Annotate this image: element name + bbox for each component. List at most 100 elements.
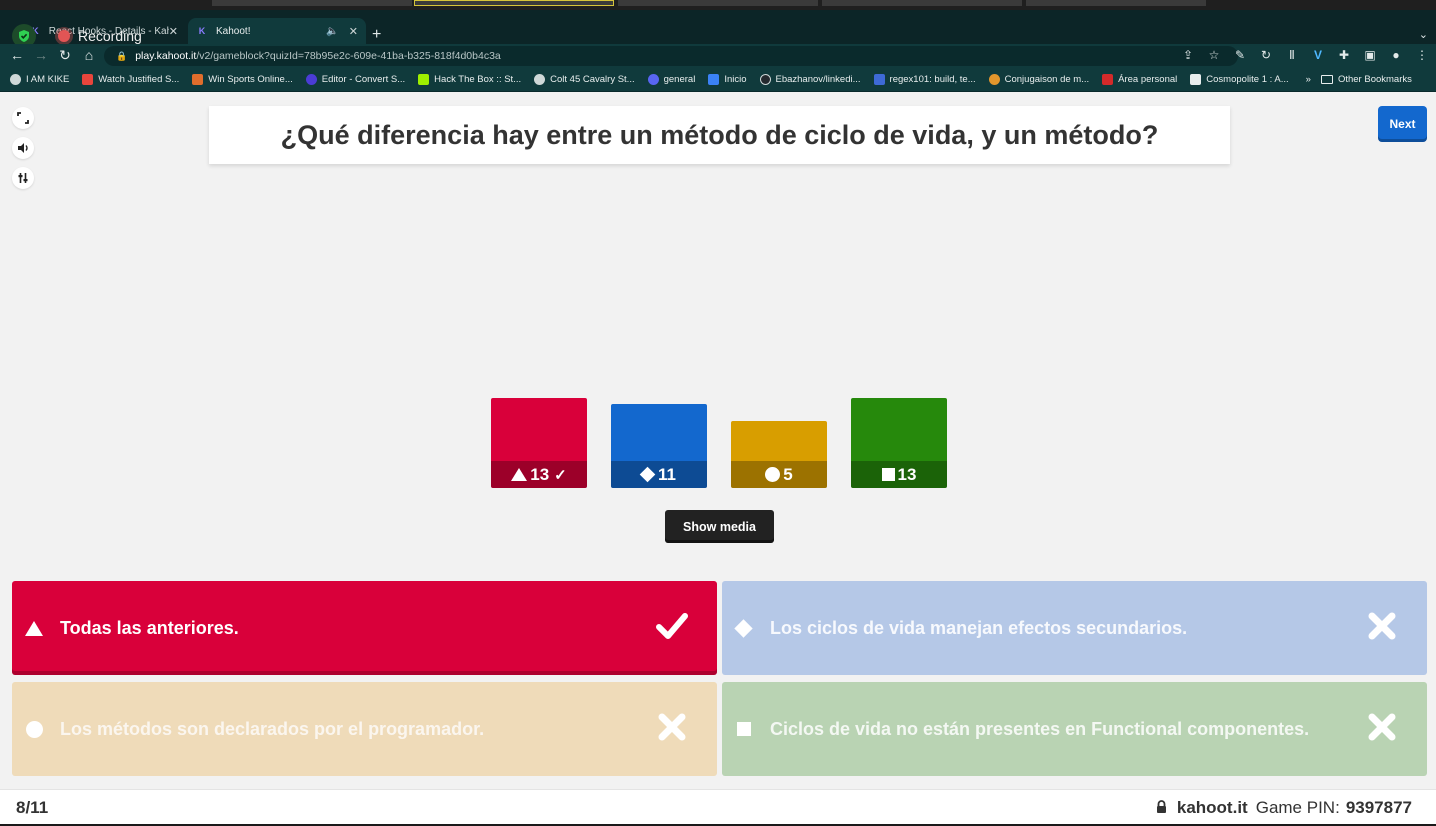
- answer-text: Todas las anteriores.: [60, 617, 239, 638]
- bookmark[interactable]: Editor - Convert S...: [305, 74, 405, 85]
- game-footer: 8/11 kahoot.it Game PIN: 9397877: [0, 789, 1436, 826]
- answer-card-triangle: Todas las anteriores.: [12, 581, 717, 675]
- settings-sliders-icon[interactable]: [12, 167, 34, 189]
- close-tab-icon[interactable]: ✕: [169, 25, 178, 38]
- triangle-icon: [24, 620, 44, 636]
- bookmark-label: general: [663, 74, 696, 85]
- url-path: /v2/gameblock?quizId=78b95e2c-609e-41ba-…: [196, 50, 501, 62]
- bookmark-label: regex101: build, te...: [889, 74, 976, 85]
- tab-search-chevron-icon[interactable]: ⌄: [1419, 28, 1428, 41]
- result-count: 13: [530, 464, 550, 484]
- recording-label: Recording: [78, 28, 142, 44]
- next-button[interactable]: Next: [1378, 106, 1427, 142]
- triangle-icon: [511, 468, 528, 481]
- lock-icon: 🔒: [116, 50, 128, 61]
- game-pin-info: kahoot.it Game PIN: 9397877: [1156, 798, 1412, 818]
- bookmark[interactable]: Watch Justified S...: [82, 74, 179, 85]
- side-controls: [12, 107, 34, 189]
- video-icon: [82, 74, 94, 85]
- result-count: 11: [658, 464, 676, 484]
- answer-text: Ciclos de vida no están presentes en Fun…: [770, 718, 1310, 739]
- question-title: ¿Qué diferencia hay entre un método de c…: [209, 106, 1230, 164]
- fullscreen-icon[interactable]: [12, 107, 34, 129]
- other-bookmarks-label: Other Bookmarks: [1337, 74, 1412, 85]
- sidebar-icon[interactable]: ▣: [1362, 48, 1378, 62]
- result-bar-diamond: 11: [611, 403, 707, 488]
- bookmarks-overflow-chevron[interactable]: »: [1306, 74, 1311, 85]
- editor-icon: [305, 74, 317, 85]
- puzzle-icon[interactable]: ✚: [1336, 48, 1352, 62]
- bookmark[interactable]: Inicio: [708, 74, 747, 85]
- bookmark[interactable]: Área personal: [1102, 74, 1177, 85]
- bookmark-label: Conjugaison de m...: [1004, 74, 1090, 85]
- result-bar-circle: 5: [731, 421, 827, 488]
- wrong-cross-icon: [647, 708, 697, 750]
- kahoot-brand: kahoot.it: [1176, 798, 1248, 817]
- answer-card-diamond: Los ciclos de vida manejan efectos secun…: [722, 581, 1427, 675]
- back-arrow-icon[interactable]: ←: [8, 47, 26, 63]
- bookmark-label: Watch Justified S...: [98, 74, 180, 85]
- bookmark[interactable]: Conjugaison de m...: [988, 74, 1090, 85]
- result-bar-caption: 5: [731, 461, 827, 488]
- menu-kebab-icon[interactable]: ⋮: [1414, 48, 1430, 62]
- other-bookmarks[interactable]: Other Bookmarks: [1320, 74, 1412, 85]
- padlock-icon[interactable]: [1156, 799, 1167, 817]
- bookmark-label: Inicio: [724, 74, 747, 85]
- forward-arrow-icon[interactable]: →: [32, 47, 50, 63]
- extension-translate-icon[interactable]: Ⅱ: [1284, 48, 1300, 62]
- github-icon: [759, 74, 771, 85]
- new-tab-button[interactable]: +: [372, 26, 381, 44]
- bookmark[interactable]: Colt 45 Cavalry St...: [534, 74, 635, 85]
- diamond-icon: [733, 618, 754, 638]
- bookmark-label: I AM KIKE: [26, 74, 70, 85]
- tab-title: Kahoot!: [216, 25, 251, 37]
- bookmark[interactable]: regex101: build, te...: [873, 74, 976, 85]
- record-dot-icon: [58, 30, 70, 42]
- square-icon: [881, 468, 895, 481]
- home-icon[interactable]: ⌂: [80, 47, 98, 63]
- extension-toolbar: ⇪ ☆ ✎ ↻ Ⅱ V ✚ ▣ ● ⋮: [1180, 48, 1430, 62]
- show-media-button[interactable]: Show media: [665, 510, 774, 543]
- audio-playing-icon[interactable]: 🔈: [326, 26, 338, 37]
- url-host: play.kahoot.it: [135, 50, 197, 62]
- volume-icon[interactable]: [12, 137, 34, 159]
- circle-icon: [765, 467, 781, 482]
- extension-refresh-icon[interactable]: ↻: [1258, 48, 1274, 62]
- area-personal-icon: [1102, 74, 1114, 85]
- answer-text: Los métodos son declarados por el progra…: [60, 718, 485, 739]
- address-bar-row: ← → ↻ ⌂ 🔒 play.kahoot.it /v2/gameblock?q…: [0, 44, 1436, 68]
- tab-kahoot[interactable]: K Kahoot! 🔈 ✕: [188, 18, 366, 44]
- globe-icon: [10, 74, 21, 85]
- discord-icon: [647, 74, 659, 85]
- conjugaison-icon: [988, 74, 1000, 85]
- url-field[interactable]: 🔒 play.kahoot.it /v2/gameblock?quizId=78…: [104, 46, 1238, 66]
- bookmark-label: Cosmopolite 1 : A...: [1206, 74, 1289, 85]
- result-count: 13: [897, 464, 917, 484]
- star-icon[interactable]: ☆: [1206, 48, 1222, 62]
- bookmark[interactable]: Hack The Box :: St...: [418, 74, 521, 85]
- document-icon: [1190, 74, 1202, 85]
- reload-icon[interactable]: ↻: [56, 47, 74, 64]
- answer-text: Los ciclos de vida manejan efectos secun…: [770, 617, 1188, 638]
- avatar[interactable]: ●: [1388, 48, 1404, 62]
- regex-icon: [873, 74, 885, 85]
- screen-share-strip: [0, 0, 1436, 10]
- pen-icon[interactable]: ✎: [1232, 48, 1248, 62]
- bookmarks-bar: I AM KIKE Watch Justified S... Win Sport…: [0, 68, 1436, 92]
- close-tab-icon[interactable]: ✕: [349, 25, 358, 38]
- pin-label: Game PIN:: [1255, 798, 1340, 817]
- bookmark[interactable]: general: [647, 74, 696, 85]
- bookmark[interactable]: Cosmopolite 1 : A...: [1190, 74, 1289, 85]
- share-icon[interactable]: ⇪: [1180, 48, 1196, 62]
- vimeo-icon[interactable]: V: [1310, 48, 1326, 62]
- game-pin: 9397877: [1345, 798, 1412, 817]
- result-count: 5: [783, 464, 793, 484]
- kahoot-game-page: ¿Qué diferencia hay entre un método de c…: [0, 93, 1436, 826]
- bookmark[interactable]: I AM KIKE: [10, 74, 69, 85]
- bookmark[interactable]: Ebazhanov/linkedi...: [759, 74, 861, 85]
- answer-card-circle: Los métodos son declarados por el progra…: [12, 682, 717, 776]
- result-bar-square: 13: [851, 398, 947, 488]
- thumbnail: [414, 0, 614, 6]
- bookmark[interactable]: Win Sports Online...: [192, 74, 293, 85]
- result-bar-caption: 11: [611, 461, 707, 488]
